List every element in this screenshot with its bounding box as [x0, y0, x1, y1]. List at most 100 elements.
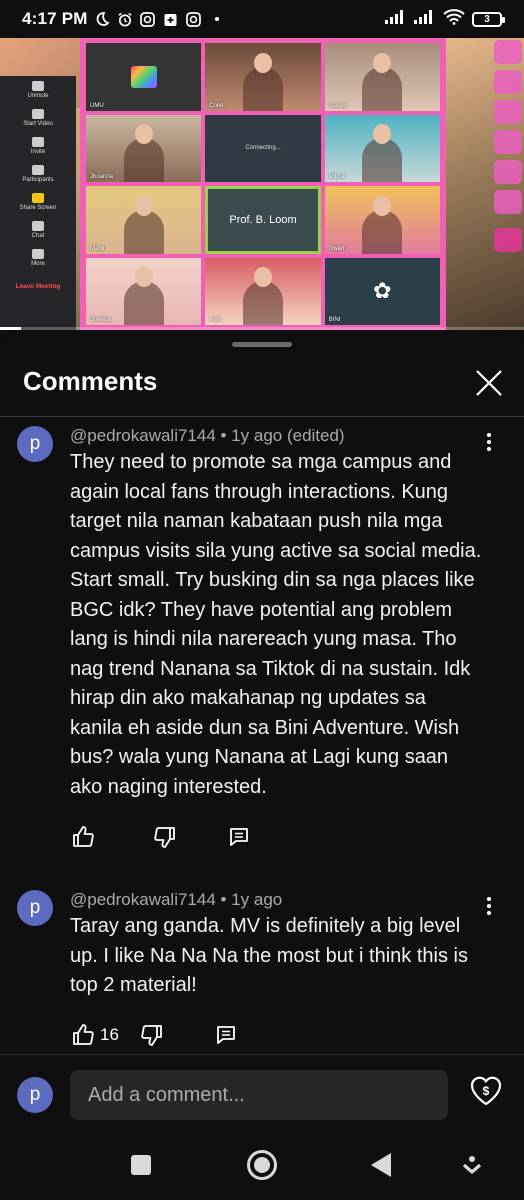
- comments-title: Comments: [23, 366, 158, 396]
- chat-icon: [32, 221, 44, 231]
- video-tile: Mikha: [324, 114, 440, 182]
- like-button[interactable]: [70, 1022, 96, 1048]
- square-icon: [131, 1155, 151, 1175]
- share-icon: [32, 193, 44, 203]
- zoom-label: Share Screen: [19, 205, 57, 211]
- participant-image: [123, 195, 164, 254]
- moon-icon: [94, 11, 110, 27]
- super-thanks-button[interactable]: $: [468, 1073, 504, 1109]
- video-tile: Colet: [205, 43, 321, 111]
- dislike-button[interactable]: [152, 824, 178, 850]
- participant-image: [362, 195, 403, 254]
- comment-meta: @pedrokawali7144 • 1y ago (edited): [70, 426, 345, 445]
- thumbs-down-icon: [154, 827, 175, 848]
- svg-text:$: $: [483, 1084, 490, 1098]
- avatar[interactable]: p: [17, 890, 53, 926]
- signal-icon: [414, 9, 436, 29]
- more-icon: [32, 249, 44, 259]
- zoom-unmute: Unmute: [0, 76, 76, 104]
- app-strip-icon: [494, 190, 522, 214]
- participant-image: [242, 267, 283, 325]
- like-button[interactable]: [70, 824, 96, 850]
- participant-image: [123, 124, 164, 182]
- add-comment-input[interactable]: Add a comment...: [70, 1070, 448, 1120]
- back-triangle-icon: [371, 1153, 391, 1177]
- reply-icon: [217, 1026, 235, 1044]
- zoom-more: More: [0, 244, 76, 272]
- zoom-label: Participants: [22, 177, 54, 183]
- video-tile: Jhoanna: [86, 114, 202, 182]
- comment-text: Taray ang ganda. MV is definitely a big …: [70, 915, 468, 996]
- participant-image: [123, 267, 164, 325]
- battery-indicator: 3: [472, 11, 505, 27]
- video-app-strip: [494, 40, 522, 252]
- comment-text: They need to promote sa mga campus and a…: [70, 451, 482, 798]
- thumbs-down-icon: [141, 1025, 162, 1046]
- video-tile: Maloi: [86, 186, 202, 254]
- alarm-icon: [117, 11, 133, 27]
- app-strip-icon: [494, 100, 522, 124]
- signal-icon: [385, 9, 407, 29]
- home-button[interactable]: [245, 1148, 279, 1182]
- video-tile: Sheena: [86, 257, 202, 325]
- zoom-label: More: [31, 261, 45, 267]
- video-tile: Connecting...: [205, 114, 321, 182]
- heart-dollar-icon: $: [470, 1076, 502, 1106]
- tile-name: BINI: [328, 317, 341, 323]
- system-nav-bar: [0, 1130, 524, 1200]
- participant-image: [362, 124, 403, 182]
- back-button[interactable]: [364, 1148, 398, 1182]
- tile-name: Colet: [209, 102, 224, 109]
- close-icon: [476, 370, 502, 396]
- comment-actions: 16: [70, 1022, 239, 1048]
- video-tile: Gwen: [324, 186, 440, 254]
- participants-icon: [32, 165, 44, 175]
- zoom-label: Chat: [31, 233, 45, 239]
- assistant-button[interactable]: [455, 1148, 489, 1182]
- video-tile: Aiah: [205, 257, 321, 325]
- notification-dot-icon: [209, 11, 225, 27]
- rainbow-logo: [130, 65, 157, 88]
- tile-name: Stacey: [328, 102, 347, 109]
- reply-button[interactable]: [213, 1022, 239, 1048]
- zoom-participants: Participants: [0, 160, 76, 188]
- status-bar: 4:17 PM 3: [0, 0, 524, 38]
- avatar[interactable]: p: [17, 426, 53, 462]
- zoom-start-video: Start Video: [0, 104, 76, 132]
- app-strip-icon: [494, 160, 522, 184]
- comments-sheet: Comments p @pedrokawali7144 • 1y ago (ed…: [0, 330, 524, 1200]
- tile-name: UMU: [90, 102, 104, 109]
- tile-name: Aiah: [209, 317, 222, 323]
- circle-icon: [247, 1150, 277, 1180]
- record-icon: [494, 228, 522, 252]
- tile-name: Maloi: [90, 245, 105, 252]
- zoom-label: Leave Meeting: [15, 282, 61, 290]
- reply-icon: [230, 828, 248, 846]
- recents-button[interactable]: [124, 1148, 158, 1182]
- zoom-chat: Chat: [0, 216, 76, 244]
- instagram-icon: [140, 11, 156, 27]
- video-tile: Stacey: [324, 43, 440, 111]
- zoom-label: Invite: [30, 149, 46, 155]
- divider: [0, 416, 524, 417]
- dislike-button[interactable]: [139, 1022, 165, 1048]
- zoom-label: Start Video: [23, 121, 53, 127]
- tile-host-name: Prof. B. Loom: [229, 213, 297, 226]
- participant-image: [362, 52, 403, 111]
- video-player[interactable]: Unmute Start Video Invite Participants S…: [0, 38, 524, 330]
- tile-name: Jhoanna: [90, 174, 114, 180]
- zoom-invite: Invite: [0, 132, 76, 160]
- reply-button[interactable]: [226, 824, 252, 850]
- participant-image: [242, 52, 283, 111]
- drag-handle[interactable]: [232, 342, 292, 347]
- like-count: 16: [100, 1025, 119, 1044]
- tile-name: Mikha: [328, 174, 345, 180]
- tile-name: Sheena: [90, 317, 111, 323]
- medical-app-icon: [163, 11, 179, 27]
- video-tile: ✿ BINI: [324, 257, 440, 325]
- zoom-sidebar: Unmute Start Video Invite Participants S…: [0, 76, 76, 330]
- video-tile-active: Prof. B. Loom: [205, 186, 321, 254]
- close-button[interactable]: [470, 364, 508, 402]
- zoom-label: Unmute: [27, 93, 49, 99]
- app-strip-icon: [494, 40, 522, 64]
